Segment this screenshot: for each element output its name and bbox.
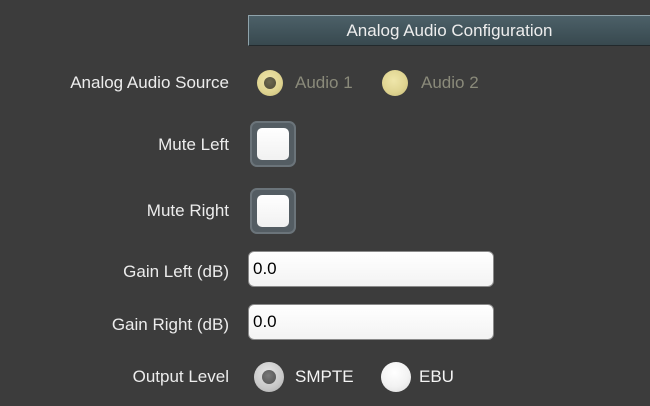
mute-right-label: Mute Right bbox=[146, 201, 229, 220]
mute-left-label: Mute Left bbox=[158, 135, 229, 154]
gain-right-label: Gain Right (dB) bbox=[111, 315, 229, 334]
gain-left-label: Gain Left (dB) bbox=[123, 262, 229, 281]
source-audio1-label: Audio 1 bbox=[295, 73, 353, 92]
source-label: Analog Audio Source bbox=[70, 73, 229, 92]
output-smpte-radio[interactable] bbox=[254, 362, 284, 392]
gain-left-input[interactable]: 0.0 bbox=[248, 251, 494, 287]
output-level-label: Output Level bbox=[132, 367, 229, 386]
output-ebu-radio[interactable] bbox=[381, 362, 411, 392]
mute-left-checkbox[interactable] bbox=[250, 121, 296, 167]
mute-right-checkbox[interactable] bbox=[250, 188, 296, 234]
source-audio1-radio[interactable] bbox=[257, 70, 283, 96]
source-audio2-radio[interactable] bbox=[382, 70, 408, 96]
output-smpte-label: SMPTE bbox=[295, 367, 354, 386]
section-header: Analog Audio Configuration bbox=[248, 15, 650, 46]
gain-right-input[interactable]: 0.0 bbox=[248, 304, 494, 340]
output-ebu-label: EBU bbox=[419, 367, 454, 386]
source-audio2-label: Audio 2 bbox=[421, 73, 479, 92]
